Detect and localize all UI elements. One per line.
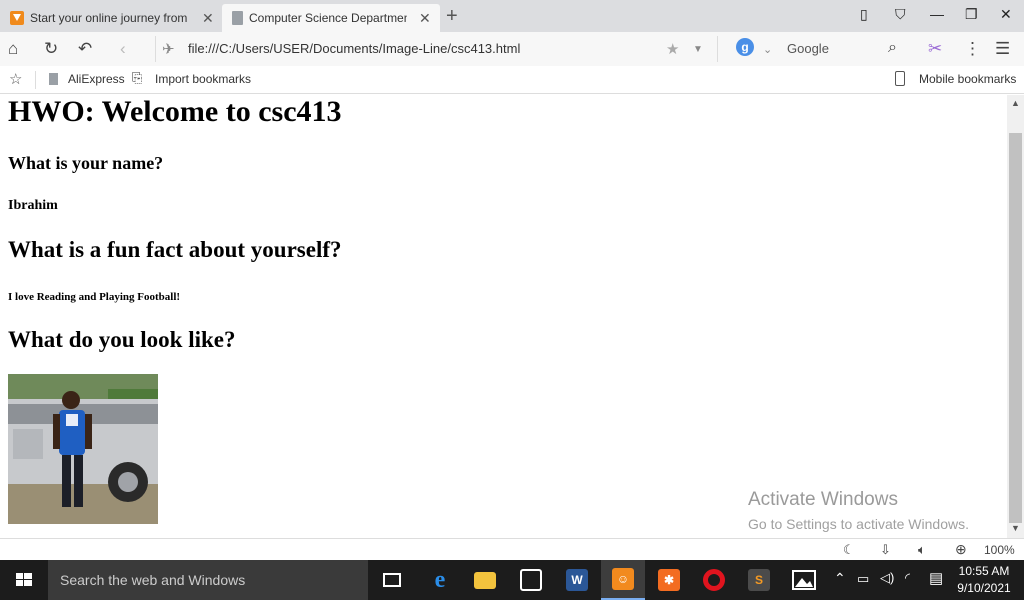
xampp-button[interactable]: ✱ [647,560,691,600]
tab-strip: Start your online journey from ✕ Compute… [0,0,1024,32]
home-icon[interactable]: ⌂ [8,39,18,59]
bookmark-import[interactable]: Import bookmarks [155,72,251,86]
taskbar: Search the web and Windows e W ☺ ✱ S ⌃ ▭… [0,560,1024,600]
divider [717,36,718,62]
page-heading: HWO: Welcome to csc413 [8,95,342,128]
bookmarks-bar: ☆ AliExpress ⎘ Import bookmarks Mobile b… [0,66,1024,94]
store-button[interactable] [509,560,553,600]
close-tab-icon[interactable]: ✕ [202,10,214,27]
reload-icon[interactable]: ↻ [44,39,58,59]
question-name: What is your name? [8,153,164,173]
chevron-down-icon[interactable]: ▼ [693,44,703,55]
file-explorer-button[interactable] [463,560,507,600]
edge-icon: e [434,566,446,593]
bookmark-aliexpress[interactable]: AliExpress [68,72,125,86]
search-input[interactable]: Google [787,41,829,56]
uc-browser-icon: ☺ [612,568,634,590]
wifi-icon[interactable]: ◜ [905,570,910,586]
chevron-down-icon[interactable]: ⌄ [763,43,772,56]
skin-icon[interactable]: ⛉ [895,6,906,23]
search-icon[interactable]: ⌕ [888,39,897,57]
rocket-icon: ✈ [162,41,175,58]
search-engine-icon[interactable]: g [736,38,754,56]
uc-browser-button[interactable]: ☺ [601,560,645,600]
zoom-level[interactable]: 100% [984,543,1015,557]
star-outline-icon[interactable]: ☆ [9,70,22,88]
new-tab-icon[interactable]: + [446,5,458,28]
opera-button[interactable] [692,560,736,600]
word-icon: W [566,569,588,591]
windows-icon [16,573,32,586]
photos-icon [792,570,816,590]
tab-start-journey[interactable]: Start your online journey from ✕ [0,4,220,32]
folder-icon [474,571,496,589]
word-button[interactable]: W [555,560,599,600]
navigation-bar: ⌂ ↻ ↶ ‹ ✈ file:///C:/Users/USER/Document… [0,32,1024,66]
mobile-bookmarks[interactable]: Mobile bookmarks [919,72,1016,86]
scissors-icon[interactable]: ✂ [928,39,942,59]
star-icon[interactable]: ★ [666,40,679,58]
xampp-icon: ✱ [658,569,680,591]
minimize-icon[interactable]: — [930,6,944,22]
more-icon[interactable]: ⋮ [964,39,981,59]
clock-time: 10:55 AM [958,564,1010,578]
vertical-scrollbar[interactable]: ▲ ▼ [1007,95,1024,538]
status-bar: ☾ ⇩ 🔈︎ ⊕ 100% [0,538,1024,560]
question-look: What do you look like? [8,327,236,352]
photos-button[interactable] [782,560,826,600]
close-tab-icon[interactable]: ✕ [419,10,431,27]
divider [155,36,156,62]
task-view-button[interactable] [370,560,414,600]
taskbar-search-placeholder: Search the web and Windows [60,572,246,588]
orange-play-icon [10,11,24,25]
divider [35,71,36,89]
question-fun-fact: What is a fun fact about yourself? [8,237,342,262]
close-window-icon[interactable]: ✕ [1000,6,1012,23]
edge-button[interactable]: e [418,560,462,600]
sidebar-toggle-icon[interactable]: ▯ [860,6,868,23]
scroll-up-icon[interactable]: ▲ [1011,98,1020,108]
tab-title: Start your online journey from [30,11,188,25]
page-content: HWO: Welcome to csc413 What is your name… [0,95,1007,538]
sound-icon[interactable]: 🔈︎ [918,542,926,558]
tab-title: Computer Science Departmen [249,11,407,25]
document-icon [232,11,243,25]
chevron-up-icon[interactable]: ⌃ [834,570,846,587]
address-bar[interactable]: file:///C:/Users/USER/Documents/Image-Li… [188,41,520,56]
document-icon [49,73,58,85]
download-icon[interactable]: ⇩ [880,542,891,558]
notification-icon[interactable]: ▤ [929,569,943,587]
zoom-icon[interactable]: ⊕ [955,541,967,558]
undo-icon[interactable]: ↶ [78,39,92,59]
task-view-icon [383,573,401,587]
store-icon [520,569,542,591]
start-button[interactable] [0,560,48,600]
volume-icon[interactable]: ◁) [880,570,894,586]
clock-date: 9/10/2021 [957,581,1011,595]
sublime-button[interactable]: S [737,560,781,600]
menu-icon[interactable]: ☰ [995,39,1010,59]
restore-icon[interactable]: ❐ [965,6,978,23]
activate-windows-title: Activate Windows [748,489,898,510]
answer-name: Ibrahim [8,198,58,213]
system-clock[interactable]: 10:55 AM 9/10/2021 [952,563,1016,597]
opera-icon [703,569,725,591]
battery-icon[interactable]: ▭ [857,571,869,587]
night-mode-icon[interactable]: ☾ [843,542,855,558]
import-icon: ⎘ [132,70,143,85]
mobile-icon [895,71,905,86]
sublime-icon: S [748,569,770,591]
scroll-thumb[interactable] [1009,133,1022,523]
scroll-down-icon[interactable]: ▼ [1011,523,1020,533]
activate-windows-subtitle: Go to Settings to activate Windows. [748,516,969,532]
back-icon[interactable]: ‹ [120,39,126,59]
taskbar-search[interactable]: Search the web and Windows [48,560,368,600]
tab-computer-science[interactable]: Computer Science Departmen ✕ [222,4,440,32]
profile-photo [8,374,158,524]
answer-fun-fact: I love Reading and Playing Football! [8,291,181,303]
